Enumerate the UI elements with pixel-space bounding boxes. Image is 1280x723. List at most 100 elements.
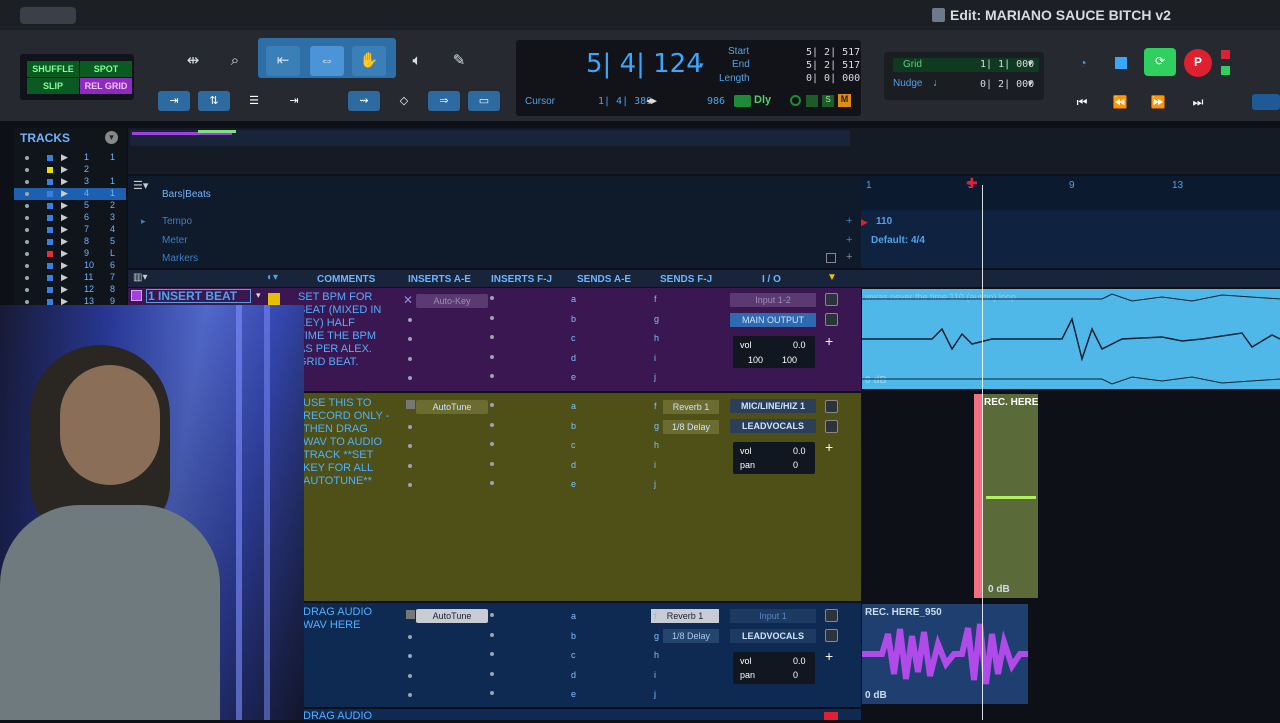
track-3-send-reverb[interactable]: Reverb 1 bbox=[651, 609, 719, 623]
track-visibility-icon[interactable] bbox=[25, 240, 29, 244]
insert-slot-empty[interactable] bbox=[408, 317, 412, 322]
tracks-list-item[interactable]: ▶ 12 8 bbox=[14, 284, 126, 296]
send-slot-label[interactable]: a bbox=[571, 611, 576, 621]
track-2-pan-value[interactable]: 0 bbox=[793, 460, 798, 470]
track-1-name-dropdown-icon[interactable]: ▾ bbox=[256, 290, 261, 301]
selector-tool-icon[interactable]: ⇔ bbox=[310, 46, 344, 76]
track-2-send-reverb[interactable]: Reverb 1 bbox=[663, 400, 719, 414]
nudge-dropdown-icon[interactable]: ▾ bbox=[1028, 78, 1033, 89]
zoom-toggle-icon[interactable]: ⇹ bbox=[176, 46, 210, 76]
go-to-end-button[interactable]: ⏭ bbox=[1184, 89, 1212, 113]
start-value[interactable]: 5| 2| 517 bbox=[806, 47, 860, 58]
track-2-insert-autotune[interactable]: AutoTune bbox=[416, 400, 488, 414]
track-1-color-icon[interactable] bbox=[268, 293, 280, 305]
track-4-comment[interactable]: DRAG AUDIO bbox=[303, 710, 372, 723]
insert-slot-empty[interactable] bbox=[490, 315, 494, 320]
ruler-menu-icon[interactable]: ☰▾ bbox=[133, 179, 148, 192]
shuffle-mode-button[interactable]: SHUFFLE bbox=[27, 61, 79, 77]
add-marker-icon[interactable]: + bbox=[846, 251, 852, 263]
tracks-list-item[interactable]: ▶ 9 L bbox=[14, 248, 126, 260]
tracks-menu-icon[interactable]: ▾ bbox=[105, 131, 118, 144]
end-value[interactable]: 5| 2| 517 bbox=[806, 60, 860, 71]
send-slot-label[interactable]: i bbox=[654, 460, 656, 470]
track-1-name[interactable]: 1 INSERT BEAT bbox=[146, 289, 251, 303]
grabber-tool-icon[interactable]: ✋ bbox=[352, 46, 386, 76]
insert-slot-empty[interactable] bbox=[490, 335, 494, 339]
track-1-vol-value[interactable]: 0.0 bbox=[793, 340, 806, 350]
send-slot-label[interactable]: e bbox=[571, 372, 576, 382]
delay-comp-label[interactable]: Dly bbox=[754, 94, 771, 106]
fast-forward-button[interactable]: ⏩ bbox=[1144, 89, 1172, 113]
tempo-expand-icon[interactable]: ▸ bbox=[141, 216, 146, 227]
tracks-list-item[interactable]: ▶ 6 3 bbox=[14, 212, 126, 224]
window-control-button[interactable] bbox=[20, 7, 76, 24]
insert-slot-empty[interactable] bbox=[408, 444, 412, 448]
tracks-list-item[interactable]: ▶ 3 1 bbox=[14, 176, 126, 188]
track-3-output[interactable]: LEADVOCALS bbox=[730, 629, 816, 643]
marker-window-icon[interactable] bbox=[826, 253, 836, 263]
trim-tool-icon[interactable]: ⇤ bbox=[266, 46, 300, 76]
track-1-add-icon[interactable]: + bbox=[825, 333, 833, 349]
track-2-output[interactable]: LEADVOCALS bbox=[730, 419, 816, 433]
nudge-value[interactable]: 0| 2| 000 bbox=[980, 79, 1034, 90]
spot-mode-button[interactable]: SPOT bbox=[80, 61, 132, 77]
add-meter-icon[interactable]: + bbox=[846, 234, 852, 246]
track-4-record-icon[interactable] bbox=[824, 712, 838, 720]
track-2-send-delay[interactable]: 1/8 Delay bbox=[663, 420, 719, 434]
send-slot-label[interactable]: g bbox=[654, 314, 659, 324]
send-slot-label[interactable]: b bbox=[571, 421, 576, 431]
slip-mode-button[interactable]: SLIP bbox=[27, 78, 79, 94]
insert-slot-empty[interactable] bbox=[408, 424, 412, 429]
track-3-insert-autotune[interactable]: AutoTune bbox=[416, 609, 488, 623]
send-slot-label[interactable]: j bbox=[654, 372, 656, 382]
transport-extra-button[interactable] bbox=[1252, 94, 1280, 110]
track-3-add-icon[interactable]: + bbox=[825, 648, 833, 664]
return-to-zero-button[interactable]: ⏮ bbox=[1068, 89, 1096, 113]
scrubber-tool-icon[interactable]: 🔈︎ bbox=[400, 46, 434, 76]
tab-icon[interactable]: ⇒ bbox=[428, 91, 460, 111]
link-timeline-icon[interactable]: ☰ bbox=[238, 91, 270, 111]
tab-to-transient-icon[interactable]: ⇥ bbox=[158, 91, 190, 111]
track-visibility-icon[interactable] bbox=[25, 228, 29, 232]
track-3-insert-bypass-icon[interactable] bbox=[406, 610, 415, 619]
grid-dropdown-icon[interactable]: ▾ bbox=[1028, 58, 1033, 69]
track-visibility-icon[interactable] bbox=[25, 288, 29, 292]
send-slot-label[interactable]: e bbox=[571, 479, 576, 489]
track-1-pan-left[interactable]: 100 bbox=[748, 355, 763, 365]
main-counter-value[interactable]: 5| 4| 124 bbox=[586, 49, 703, 79]
track-visibility-icon[interactable] bbox=[25, 276, 29, 280]
send-slot-label[interactable]: b bbox=[571, 631, 576, 641]
track-visibility-icon[interactable] bbox=[25, 264, 29, 268]
grid-value[interactable]: 1| 1| 000 bbox=[980, 59, 1034, 70]
track-3-comment-icon[interactable] bbox=[825, 629, 838, 642]
insert-slot-empty[interactable] bbox=[490, 442, 494, 446]
send-slot-label[interactable]: f bbox=[654, 294, 657, 304]
markers-ruler-label[interactable]: Markers bbox=[162, 253, 198, 264]
zoomer-tool-icon[interactable]: ⌕ bbox=[218, 46, 252, 76]
tracks-list-item[interactable]: ▶ 4 1 bbox=[14, 188, 126, 200]
insert-slot-empty[interactable] bbox=[490, 652, 494, 656]
send-slot-label[interactable]: c bbox=[571, 333, 576, 343]
insert-slot-empty[interactable] bbox=[490, 613, 494, 617]
send-slot-label[interactable]: d bbox=[571, 670, 576, 680]
insert-slot-empty[interactable] bbox=[490, 296, 494, 300]
insert-slot-empty[interactable] bbox=[408, 463, 412, 468]
midi-merge-icon[interactable]: M bbox=[838, 94, 851, 107]
send-slot-label[interactable]: e bbox=[571, 689, 576, 699]
link-track-icon[interactable]: ⇥ bbox=[278, 91, 310, 111]
rewind-button[interactable]: ⏪ bbox=[1106, 89, 1134, 113]
automation-follows-icon[interactable]: ◇ bbox=[388, 91, 420, 111]
send-slot-label[interactable]: i bbox=[654, 353, 656, 363]
track-visibility-icon[interactable] bbox=[25, 216, 29, 220]
track-1-insert-autokey[interactable]: Auto-Key bbox=[416, 294, 488, 308]
insert-slot-empty[interactable] bbox=[408, 673, 412, 678]
track-2-comment[interactable]: USE THIS TO RECORD ONLY - THEN DRAG WAV … bbox=[303, 397, 389, 488]
insert-slot-empty[interactable] bbox=[490, 354, 494, 359]
track-visibility-icon[interactable] bbox=[25, 300, 29, 304]
record-button[interactable]: P bbox=[1184, 49, 1212, 77]
send-slot-label[interactable]: b bbox=[571, 314, 576, 324]
track-1-input[interactable]: Input 1-2 bbox=[730, 293, 816, 307]
metronome-icon[interactable] bbox=[790, 95, 801, 106]
track-view-menu-icon[interactable]: ▥▾ bbox=[133, 272, 147, 283]
grid-mode-button[interactable]: REL GRID bbox=[80, 78, 132, 94]
